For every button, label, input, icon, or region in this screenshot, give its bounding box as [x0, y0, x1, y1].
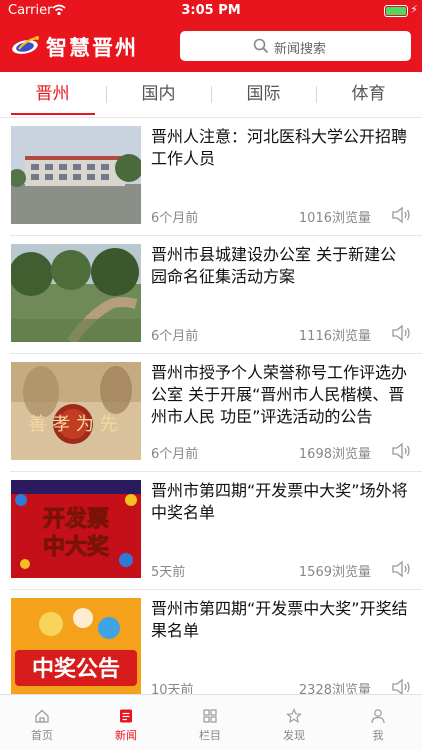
nav-me[interactable]: 我: [336, 695, 420, 751]
speaker-icon[interactable]: [391, 323, 411, 343]
app-title: 智慧晋州: [46, 36, 138, 60]
news-title: 晋州市第四期“开发票中大奖”开奖结果名单: [151, 599, 408, 640]
thumb-text-line1: 开发票: [43, 506, 109, 532]
bottom-tab-bar: 首页 新闻 栏目 发现 我: [0, 694, 422, 750]
nav-columns-label: 栏目: [199, 729, 221, 742]
nav-columns[interactable]: 栏目: [168, 695, 252, 751]
user-icon: [371, 709, 385, 724]
home-icon: [35, 709, 49, 723]
category-tabs: 晋州 国内 国际 体育: [0, 72, 422, 118]
nav-discover[interactable]: 发现: [252, 695, 336, 751]
nav-news[interactable]: 新闻: [84, 695, 168, 751]
news-item[interactable]: 晋州人注意：河北医科大学公开招聘工作人员 6个月前 1016浏览量: [0, 118, 422, 236]
news-time: 6个月前: [151, 211, 199, 226]
news-thumbnail: [11, 244, 141, 342]
speaker-icon[interactable]: [391, 441, 411, 461]
thumb-text: 善 孝 为 先: [28, 414, 117, 435]
grid-icon: [203, 709, 217, 723]
tab-jinzhou[interactable]: 晋州: [0, 72, 105, 116]
status-bar: Carrier 3:05 PM ⚡: [0, 0, 422, 22]
nav-discover-label: 发现: [283, 729, 305, 742]
news-title: 晋州市县城建设办公室 关于新建公园命名征集活动方案: [151, 245, 397, 286]
status-time: 3:05 PM: [181, 3, 241, 18]
news-item[interactable]: 开发票 中大奖 晋州市第四期“开发票中大奖”场外将中奖名单 5天前 1569浏览…: [0, 472, 422, 590]
news-item[interactable]: 晋州市县城建设办公室 关于新建公园命名征集活动方案 6个月前 1116浏览量: [0, 236, 422, 354]
news-views: 1569浏览量: [298, 565, 371, 580]
news-time: 5天前: [151, 565, 186, 580]
active-tab-indicator: [11, 113, 95, 115]
news-thumbnail: [11, 126, 141, 224]
news-icon: [120, 709, 132, 723]
news-thumbnail: 开发票 中大奖: [11, 480, 141, 578]
search-input[interactable]: 新闻搜索: [180, 31, 411, 61]
nav-news-label: 新闻: [115, 729, 137, 742]
nav-home-label: 首页: [31, 729, 53, 742]
news-thumbnail: 善 孝 为 先: [11, 362, 141, 460]
news-item[interactable]: 中奖公告 晋州市第四期“开发票中大奖”开奖结果名单 10天前 2328浏览量: [0, 590, 422, 708]
star-icon: [286, 708, 302, 724]
search-placeholder: 新闻搜索: [274, 42, 327, 57]
nav-home[interactable]: 首页: [0, 695, 84, 751]
thumb-text: 中奖公告: [32, 656, 120, 682]
search-icon: [253, 38, 269, 54]
thumb-text-line2: 中大奖: [43, 534, 110, 560]
news-time: 6个月前: [151, 447, 199, 462]
charging-icon: ⚡: [410, 3, 418, 16]
news-views: 1698浏览量: [298, 447, 371, 462]
tab-international[interactable]: 国际: [211, 72, 316, 116]
app-logo-icon: [12, 36, 39, 54]
news-views: 1116浏览量: [298, 329, 371, 344]
battery-icon: [384, 5, 408, 17]
tab-sports[interactable]: 体育: [316, 72, 421, 116]
speaker-icon[interactable]: [391, 205, 411, 225]
speaker-icon[interactable]: [391, 559, 411, 579]
news-views: 1016浏览量: [298, 211, 371, 226]
tab-domestic[interactable]: 国内: [106, 72, 211, 116]
news-title: 晋州人注意：河北医科大学公开招聘工作人员: [151, 127, 408, 168]
news-time: 6个月前: [151, 329, 199, 344]
news-title: 晋州市授予个人荣誉称号工作评选办公室 关于开展“晋州市人民楷模、晋州市人民 功臣…: [151, 363, 408, 426]
nav-me-label: 我: [372, 729, 384, 742]
app-header: Carrier 3:05 PM ⚡ 智慧晋州 新闻搜索: [0, 0, 422, 72]
news-thumbnail: 中奖公告: [11, 598, 141, 696]
news-title: 晋州市第四期“开发票中大奖”场外将中奖名单: [151, 481, 408, 522]
news-item[interactable]: 善 孝 为 先 晋州市授予个人荣誉称号工作评选办公室 关于开展“晋州市人民楷模、…: [0, 354, 422, 472]
